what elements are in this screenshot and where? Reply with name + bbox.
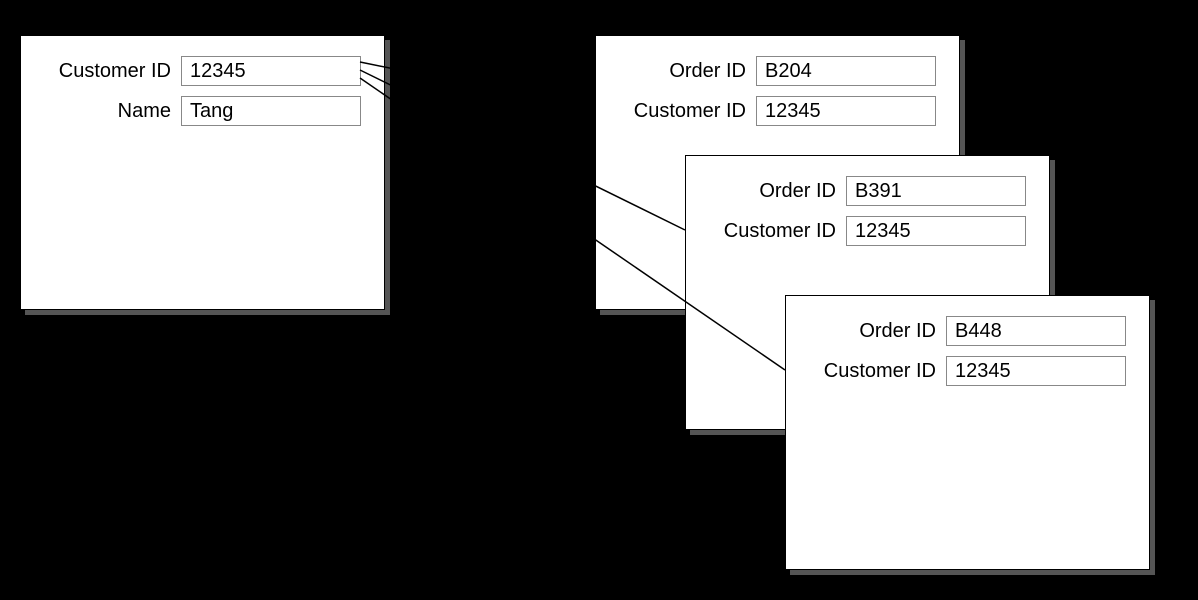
- customer-id-label: Customer ID: [41, 60, 171, 83]
- order-3-customer-id-value: 12345: [946, 356, 1126, 386]
- order-3-customer-id-row: Customer ID 12345: [806, 356, 1126, 386]
- order-1-id-value: B204: [756, 56, 936, 86]
- customer-id-row: Customer ID 12345: [41, 56, 361, 86]
- customer-card: Customer ID 12345 Name Tang: [20, 35, 385, 310]
- customer-id-value: 12345: [181, 56, 361, 86]
- order-3-id-label: Order ID: [806, 320, 936, 343]
- order-2-id-label: Order ID: [706, 180, 836, 203]
- order-3-id-value: B448: [946, 316, 1126, 346]
- order-2-id-row: Order ID B391: [706, 176, 1026, 206]
- order-2-customer-id-value: 12345: [846, 216, 1026, 246]
- order-3-customer-id-label: Customer ID: [806, 360, 936, 383]
- customer-name-label: Name: [41, 100, 171, 123]
- order-1-customer-id-value: 12345: [756, 96, 936, 126]
- order-1-customer-id-label: Customer ID: [616, 100, 746, 123]
- customer-name-value: Tang: [181, 96, 361, 126]
- order-2-customer-id-label: Customer ID: [706, 220, 836, 243]
- order-1-id-row: Order ID B204: [616, 56, 936, 86]
- order-2-customer-id-row: Customer ID 12345: [706, 216, 1026, 246]
- customer-name-row: Name Tang: [41, 96, 361, 126]
- order-1-customer-id-row: Customer ID 12345: [616, 96, 936, 126]
- order-1-id-label: Order ID: [616, 60, 746, 83]
- order-card-3: Order ID B448 Customer ID 12345: [785, 295, 1150, 570]
- order-3-id-row: Order ID B448: [806, 316, 1126, 346]
- order-2-id-value: B391: [846, 176, 1026, 206]
